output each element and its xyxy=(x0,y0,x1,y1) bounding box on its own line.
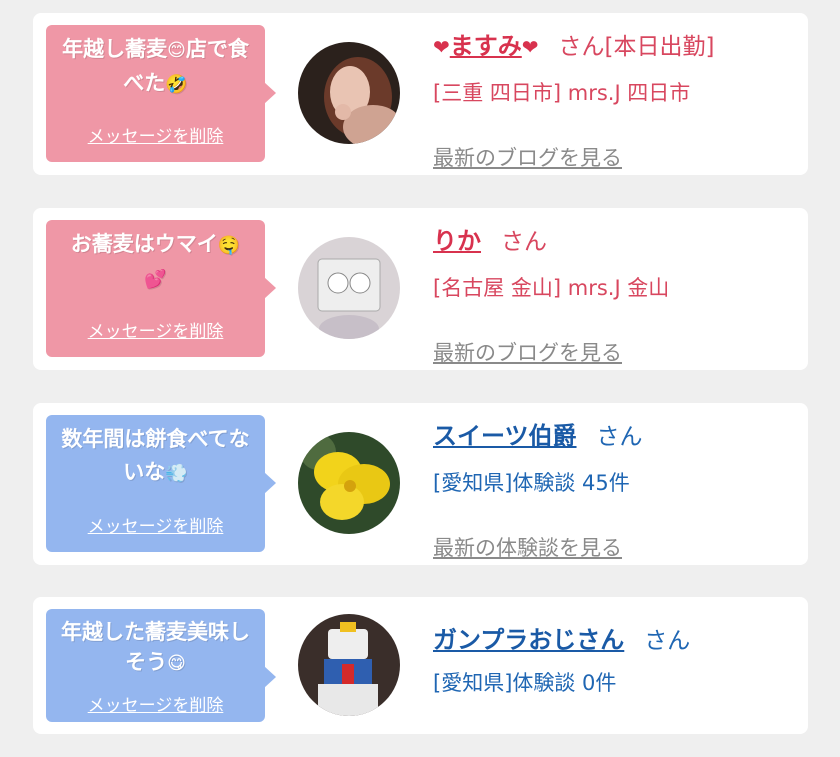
profile-info: ❤ますみ❤ さん[本日出勤] [三重 四日市] mrs.J 四日市 最新のブログを… xyxy=(433,29,803,170)
review-info: [愛知県]体験談 0件 xyxy=(433,671,617,695)
latest-review-link[interactable]: 最新の体験談を見る xyxy=(433,532,622,562)
profile-info: ガンプラおじさん さん [愛知県]体験談 0件 xyxy=(433,623,803,697)
message-bubble: お蕎麦はウマイ🤤 💕 メッセージを削除 xyxy=(46,220,276,357)
message-bubble: 数年間は餅食べてないな💨 メッセージを削除 xyxy=(46,415,276,552)
profile-name-link[interactable]: りか xyxy=(433,227,481,255)
message-bubble: 年越し蕎麦😊店で食べた🤣 メッセージを削除 xyxy=(46,25,276,162)
honorific: さん xyxy=(501,229,547,255)
message-card: 数年間は餅食べてないな💨 メッセージを削除 スイーツ伯爵 さん [愛知県]体験談 … xyxy=(33,403,808,565)
review-info: [愛知県]体験談 45件 xyxy=(433,471,630,495)
smile-emoji-icon: 😊 xyxy=(167,40,186,61)
delete-message-button[interactable]: メッセージを削除 xyxy=(46,691,265,716)
avatar[interactable] xyxy=(298,42,400,144)
drooling-emoji-icon: 🤤 xyxy=(217,235,241,256)
shop-info: [名古屋 金山] mrs.J 金山 xyxy=(433,276,670,300)
shop-info: [三重 四日市] mrs.J 四日市 xyxy=(433,81,691,105)
profile-name-link[interactable]: ❤ますみ❤ xyxy=(433,32,539,60)
honorific: さん xyxy=(644,628,691,654)
avatar[interactable] xyxy=(298,614,400,716)
laughing-emoji-icon: 🤣 xyxy=(165,74,188,95)
delete-message-button[interactable]: メッセージを削除 xyxy=(46,122,265,147)
avatar[interactable] xyxy=(298,237,400,339)
dash-emoji-icon: 💨 xyxy=(165,463,188,484)
hearts-emoji-icon: 💕 xyxy=(144,269,167,290)
heart-icon: ❤ xyxy=(433,35,450,59)
message-text: 年越した蕎麦美味しそう😋 xyxy=(61,620,250,674)
message-card: 年越した蕎麦美味しそう😋 メッセージを削除 ガンプラおじさん さん [愛知県]体験… xyxy=(33,597,808,734)
honorific: さん xyxy=(596,424,643,450)
profile-name-link[interactable]: スイーツ伯爵 xyxy=(433,422,577,450)
latest-blog-link[interactable]: 最新のブログを見る xyxy=(433,337,622,367)
delete-message-button[interactable]: メッセージを削除 xyxy=(46,317,265,342)
status-text: [本日出勤] xyxy=(604,34,715,60)
message-text: お蕎麦はウマイ🤤 💕 xyxy=(70,232,241,290)
honorific: さん xyxy=(558,34,605,60)
latest-blog-link[interactable]: 最新のブログを見る xyxy=(433,142,622,172)
profile-info: スイーツ伯爵 さん [愛知県]体験談 45件 最新の体験談を見る xyxy=(433,419,803,560)
delete-message-button[interactable]: メッセージを削除 xyxy=(46,512,265,537)
message-bubble: 年越した蕎麦美味しそう😋 メッセージを削除 xyxy=(46,609,276,722)
profile-name-link[interactable]: ガンプラおじさん xyxy=(433,626,624,654)
yum-emoji-icon: 😋 xyxy=(167,653,186,674)
profile-info: りか さん [名古屋 金山] mrs.J 金山 最新のブログを見る xyxy=(433,224,803,365)
message-card: 年越し蕎麦😊店で食べた🤣 メッセージを削除 ❤ますみ❤ さん[本日出勤] [三重 … xyxy=(33,13,808,175)
message-text: 年越し蕎麦😊店で食べた🤣 xyxy=(62,37,249,95)
message-text: 数年間は餅食べてないな💨 xyxy=(61,427,250,484)
avatar[interactable] xyxy=(298,432,400,534)
heart-icon: ❤ xyxy=(521,35,539,59)
message-card: お蕎麦はウマイ🤤 💕 メッセージを削除 りか さん [名古屋 金山] mrs.J 金… xyxy=(33,208,808,370)
